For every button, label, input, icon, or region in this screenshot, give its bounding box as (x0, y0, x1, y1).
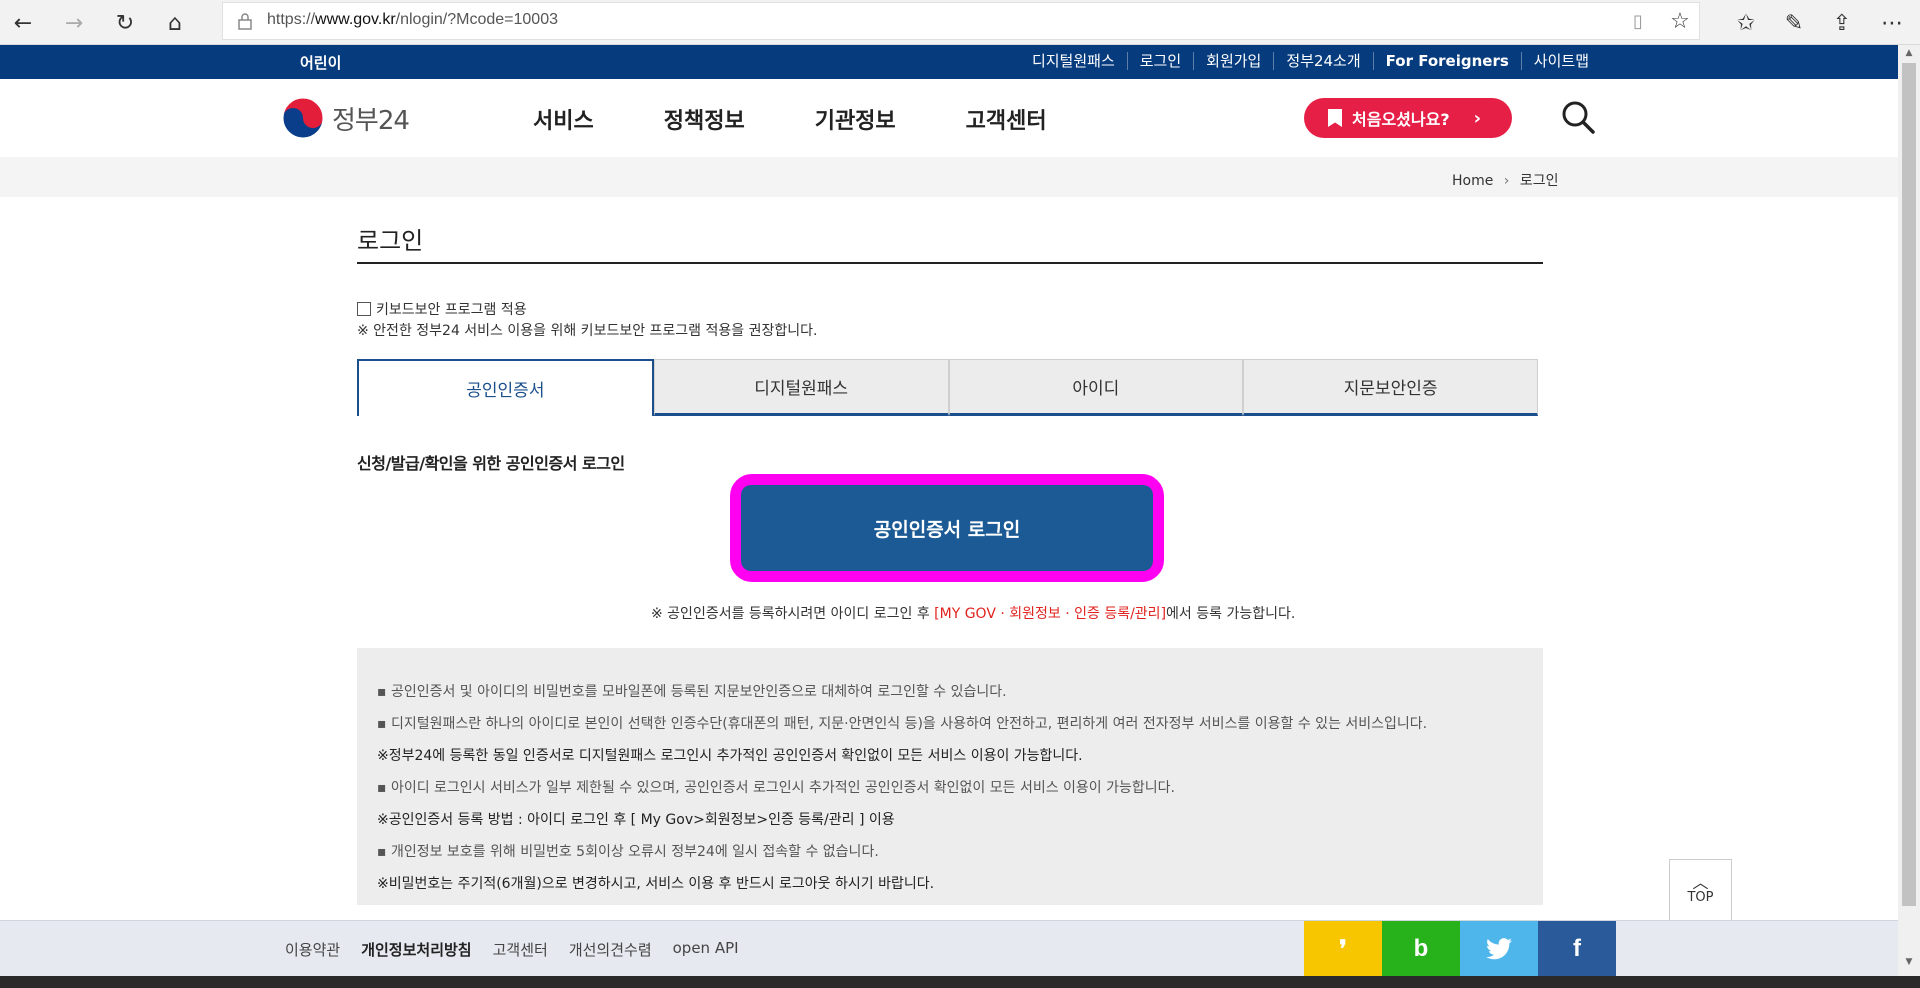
keyboard-security-option[interactable]: 키보드보안 프로그램 적용 (357, 299, 527, 319)
forward-icon[interactable]: → (57, 6, 91, 40)
scroll-up-arrow-icon[interactable]: ▲ (1902, 48, 1916, 60)
page-scrollbar[interactable]: ▲ ▼ (1898, 45, 1920, 976)
site-footer: 이용약관 개인정보처리방침 고객센터 개선의견수렴 open API ❜ b f (0, 920, 1898, 977)
favorite-star-icon[interactable]: ☆ (1663, 4, 1697, 38)
util-link-signup[interactable]: 회원가입 (1193, 52, 1273, 70)
back-icon[interactable]: ← (6, 6, 40, 40)
bookmark-icon (1328, 109, 1342, 127)
util-link-sitemap[interactable]: 사이트맵 (1520, 52, 1601, 70)
nav-customer-center[interactable]: 고객센터 (966, 103, 1047, 135)
os-taskbar (0, 976, 1920, 988)
util-link-about[interactable]: 정부24소개 (1273, 52, 1372, 70)
share-icon[interactable]: ⇪ (1825, 6, 1859, 40)
scroll-top-button[interactable]: ︿ TOP (1669, 859, 1732, 922)
twitter-icon[interactable] (1460, 921, 1538, 977)
info-line: ※비밀번호는 주기적(6개월)으로 변경하시고, 서비스 이용 후 반드시 로그… (377, 876, 935, 892)
util-link-foreigners[interactable]: For Foreigners (1372, 52, 1521, 70)
lock-icon (238, 13, 252, 30)
register-note-text-end: 에서 등록 가능합니다. (1166, 606, 1296, 622)
info-line: ▪ 공인인증서 및 아이디의 비밀번호를 모바일폰에 등록된 지문보안인증으로 … (377, 684, 1007, 700)
breadcrumb-separator: › (1503, 173, 1510, 189)
main-nav: 서비스 정책정보 기관정보 고객센터 (533, 103, 1047, 135)
tab-fingerprint[interactable]: 지문보안인증 (1243, 359, 1538, 416)
certificate-register-note: ※ 공인인증서를 등록하시려면 아이디 로그인 후 [MY GOV · 회원정보… (651, 603, 1295, 623)
search-icon[interactable] (1560, 99, 1596, 135)
reading-view-icon[interactable]: ▯ (1621, 4, 1655, 38)
facebook-icon[interactable]: f (1538, 921, 1616, 977)
site-header: 정부24 서비스 정책정보 기관정보 고객센터 처음오셨나요? › (0, 79, 1898, 157)
page-title: 로그인 (357, 227, 424, 255)
scroll-thumb[interactable] (1902, 63, 1916, 906)
chevron-up-icon: ︿ (1692, 873, 1709, 892)
favorites-list-icon[interactable]: ✩ (1729, 6, 1763, 40)
nav-services[interactable]: 서비스 (533, 103, 594, 135)
band-icon[interactable]: b (1382, 921, 1460, 977)
login-info-box: ▪ 공인인증서 및 아이디의 비밀번호를 모바일폰에 등록된 지문보안인증으로 … (357, 648, 1543, 905)
login-method-tabs: 공인인증서 디지털원패스 아이디 지문보안인증 (357, 359, 1538, 416)
footer-terms[interactable]: 이용약관 (285, 939, 340, 960)
util-link-digital-onepass[interactable]: 디지털원패스 (1020, 52, 1127, 70)
footer-feedback[interactable]: 개선의견수렴 (569, 939, 652, 960)
footer-open-api[interactable]: open API (673, 939, 739, 960)
url-text: https://www.gov.kr/nlogin/?Mcode=10003 (267, 11, 558, 28)
chevron-right-icon: › (1473, 107, 1482, 129)
info-line: ▪ 개인정보 보호를 위해 비밀번호 5회이상 오류시 정부24에 일시 접속할… (377, 844, 879, 860)
footer-links: 이용약관 개인정보처리방침 고객센터 개선의견수렴 open API (285, 939, 739, 960)
breadcrumb-home[interactable]: Home (1452, 173, 1493, 189)
keyboard-security-checkbox[interactable] (357, 302, 371, 316)
more-icon[interactable]: ⋯ (1875, 6, 1909, 40)
breadcrumb-current: 로그인 (1519, 173, 1559, 189)
address-bar[interactable]: https://www.gov.kr/nlogin/?Mcode=10003 ▯… (222, 2, 1700, 40)
title-divider (357, 262, 1543, 264)
register-note-text: ※ 공인인증서를 등록하시려면 아이디 로그인 후 (651, 606, 935, 622)
register-note-link[interactable]: [MY GOV · 회원정보 · 인증 등록/관리] (934, 606, 1166, 622)
breadcrumb: Home › 로그인 (1452, 170, 1559, 190)
info-line: ※정부24에 등록한 동일 인증서로 디지털원패스 로그인시 추가적인 공인인증… (377, 748, 1083, 764)
kids-link[interactable]: 어린이 (300, 52, 341, 73)
browser-toolbar: ← → ↻ ⌂ https://www.gov.kr/nlogin/?Mcode… (0, 0, 1920, 45)
kakaostory-icon[interactable]: ❜ (1304, 921, 1382, 977)
nav-policy-info[interactable]: 정책정보 (664, 103, 745, 135)
tab-id[interactable]: 아이디 (948, 359, 1244, 416)
site-logo[interactable]: 정부24 (282, 97, 410, 139)
nav-agency-info[interactable]: 기관정보 (815, 103, 896, 135)
taegeuk-logo-icon (282, 97, 324, 139)
keyboard-security-label: 키보드보안 프로그램 적용 (376, 302, 527, 318)
breadcrumb-bar: Home › 로그인 (0, 157, 1898, 197)
certificate-login-button[interactable]: 공인인증서 로그인 (741, 485, 1153, 571)
utility-links: 디지털원패스 로그인 회원가입 정부24소개 For Foreigners 사이… (1020, 52, 1601, 70)
footer-customer-center[interactable]: 고객센터 (493, 939, 548, 960)
sns-share: ❜ b f (1304, 921, 1616, 977)
info-line: ※공인인증서 등록 방법 : 아이디 로그인 후 [ My Gov>회원정보>인… (377, 812, 895, 828)
info-line: ▪ 디지털원패스란 하나의 아이디로 본인이 선택한 인증수단(휴대폰의 패턴,… (377, 716, 1428, 732)
keyboard-security-note: ※ 안전한 정부24 서비스 이용을 위해 키보드보안 프로그램 적용을 권장합… (357, 323, 818, 339)
certificate-login-highlight: 공인인증서 로그인 (730, 474, 1164, 582)
util-link-login[interactable]: 로그인 (1126, 52, 1193, 70)
utility-bar: 어린이 디지털원패스 로그인 회원가입 정부24소개 For Foreigner… (0, 45, 1898, 79)
certificate-section-heading: 신청/발급/확인을 위한 공인인증서 로그인 (357, 454, 625, 473)
tab-digital-onepass[interactable]: 디지털원패스 (653, 359, 949, 416)
info-line: ▪ 아이디 로그인시 서비스가 일부 제한될 수 있으며, 공인인증서 로그인시… (377, 780, 1175, 796)
top-label: TOP (1687, 890, 1714, 905)
tab-certificate[interactable]: 공인인증서 (357, 359, 654, 416)
home-icon[interactable]: ⌂ (158, 6, 192, 40)
footer-privacy[interactable]: 개인정보처리방침 (361, 939, 471, 960)
first-visit-label: 처음오셨나요? (1352, 110, 1450, 129)
first-visit-button[interactable]: 처음오셨나요? › (1304, 98, 1512, 138)
scroll-down-arrow-icon[interactable]: ▼ (1902, 957, 1916, 969)
logo-text: 정부24 (332, 105, 410, 136)
refresh-icon[interactable]: ↻ (108, 6, 142, 40)
pen-icon[interactable]: ✎ (1777, 6, 1811, 40)
